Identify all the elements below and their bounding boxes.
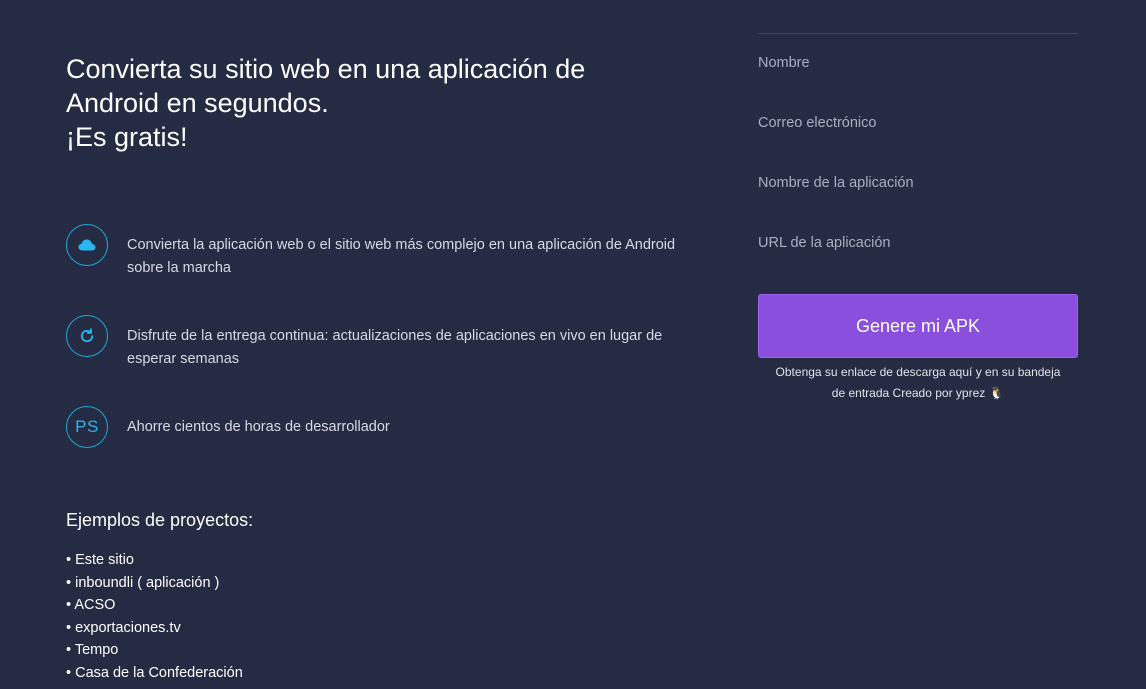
email-field[interactable]: [758, 108, 1078, 138]
app-name-field[interactable]: [758, 168, 1078, 198]
list-item[interactable]: exportaciones.tv: [66, 617, 243, 640]
divider: [758, 33, 1078, 34]
list-item[interactable]: Tempo: [66, 639, 243, 662]
list-item[interactable]: ACSO: [66, 594, 243, 617]
feature-item-cloud: Convierta la aplicación web o el sitio w…: [66, 224, 706, 280]
feature-item-refresh: Disfrute de la entrega continua: actuali…: [66, 315, 706, 371]
note-line-2: de entrada: [831, 386, 890, 400]
name-field[interactable]: [758, 48, 1078, 78]
examples-title: Ejemplos de proyectos:: [66, 510, 254, 530]
examples-list: Este sitio inboundli ( aplicación ) ACSO…: [66, 549, 243, 685]
cloud-icon: [66, 224, 108, 266]
download-note: Obtenga su enlace de descarga aquí y en …: [758, 362, 1078, 404]
penguin-icon: 🐧: [989, 386, 1005, 400]
app-url-field[interactable]: [758, 228, 1078, 258]
feature-text: Disfrute de la entrega continua: actuali…: [127, 328, 663, 367]
page-title: Convierta su sitio web en una aplicación…: [66, 54, 586, 152]
list-item[interactable]: inboundli ( aplicación ): [66, 572, 243, 595]
page: Convierta su sitio web en una aplicación…: [0, 0, 1146, 689]
list-item[interactable]: Casa de la Confederación: [66, 662, 243, 685]
ps-icon: PS: [66, 406, 108, 448]
note-line-1: Obtenga su enlace de descarga aquí y en …: [775, 365, 1061, 379]
credit-link[interactable]: Creado por yprez: [893, 386, 986, 400]
generate-apk-button[interactable]: Genere mi APK: [758, 294, 1078, 358]
ps-icon-text: PS: [75, 417, 99, 436]
feature-text: Ahorre cientos de horas de desarrollador: [127, 419, 390, 435]
feature-text: Convierta la aplicación web o el sitio w…: [127, 237, 676, 276]
refresh-icon: [66, 315, 108, 357]
feature-item-ps: PS Ahorre cientos de horas de desarrolla…: [66, 406, 706, 448]
list-item[interactable]: Este sitio: [66, 549, 243, 572]
